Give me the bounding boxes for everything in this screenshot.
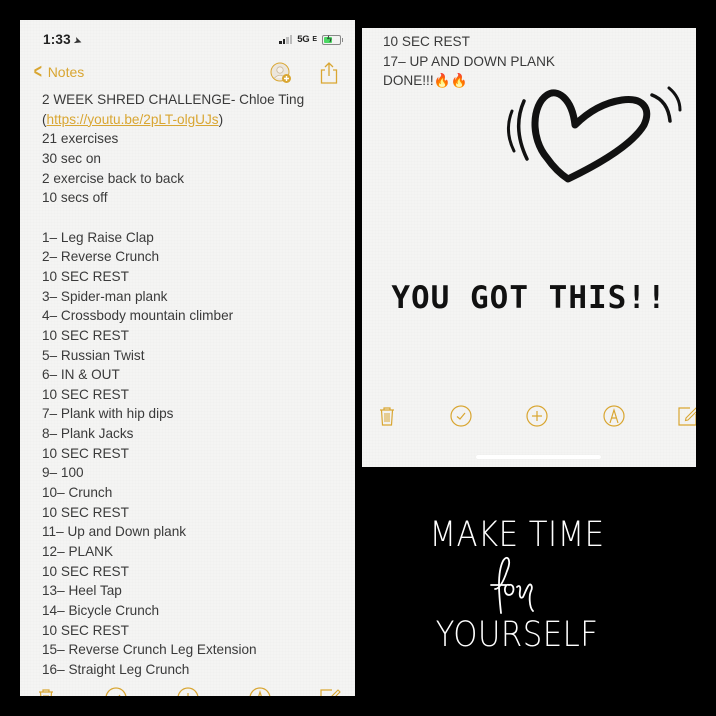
battery-icon: ϟ: [322, 33, 343, 45]
compose-button[interactable]: [318, 686, 342, 696]
add-button[interactable]: [176, 686, 200, 696]
bottom-toolbar: [362, 404, 696, 434]
exercise-list: 1– Leg Raise Clap 2– Reverse Crunch 10 SEC…: [42, 228, 347, 680]
note-line: 21 exercises: [42, 131, 119, 147]
exercise-item: 2– Reverse Crunch: [42, 249, 160, 265]
location-arrow-icon: ➤: [72, 35, 84, 48]
cellular-signal-icon: [279, 35, 293, 44]
note-line: 17– UP AND DOWN PLANK: [383, 53, 555, 69]
notes-screen-left: 1:33 ➤ 5G E ϟ < Notes 2 WEEK SHRED CHALL…: [20, 20, 355, 696]
trash-icon: [375, 407, 399, 432]
note-line: [42, 208, 347, 228]
share-icon: [320, 62, 338, 84]
status-bar: 1:33 ➤ 5G E ϟ: [20, 20, 355, 60]
exercise-item: 5– Russian Twist: [42, 347, 145, 363]
markup-button[interactable]: [248, 686, 272, 696]
you-got-this-heading: YOU GOT THIS!!: [391, 280, 667, 316]
network-type: 5G: [297, 34, 310, 45]
quote-line-for: for: [362, 555, 672, 615]
nav-bar: < Notes: [20, 60, 355, 88]
network-type-suffix: E: [312, 36, 317, 43]
done-text: DONE!!!: [383, 73, 434, 89]
exercise-item: 6– IN & OUT: [42, 367, 120, 383]
note-line: 30 sec on: [42, 150, 101, 166]
checklist-button[interactable]: [104, 686, 128, 696]
exercise-item: 10 SEC REST: [42, 563, 129, 579]
note-link-line: (https://youtu.be/2pLT-olgUJs): [42, 110, 347, 130]
notes-screen-right: 10 SEC REST 17– UP AND DOWN PLANK DONE!!!…: [362, 28, 696, 467]
exercise-item: 10 SEC REST: [42, 504, 129, 520]
exercise-item: 7– Plank with hip dips: [42, 406, 174, 422]
youtube-link[interactable]: https://youtu.be/2pLT-olgUJs: [47, 112, 219, 127]
share-button[interactable]: [318, 61, 340, 85]
exercise-item: 8– Plank Jacks: [42, 426, 134, 442]
back-label: Notes: [47, 64, 85, 80]
home-indicator[interactable]: [476, 455, 601, 459]
exercise-item: 10– Crunch: [42, 485, 113, 501]
fire-emoji-icon: 🔥🔥: [433, 73, 468, 89]
delete-button[interactable]: [34, 686, 58, 696]
checklist-icon: [449, 405, 473, 432]
add-button[interactable]: [525, 404, 549, 428]
compose-button[interactable]: [676, 404, 696, 428]
clock-text: 1:33: [43, 32, 71, 47]
note-lines: 10 SEC REST 17– UP AND DOWN PLANK: [383, 32, 555, 71]
motion-arc-left-inner: [507, 109, 516, 153]
exercise-item: 10 SEC REST: [42, 327, 129, 343]
add-person-button[interactable]: [270, 62, 292, 84]
exercise-item: 10 SEC REST: [42, 445, 129, 461]
exercise-item: 12– PLANK: [42, 544, 114, 560]
exercise-item: 10 SEC REST: [42, 622, 129, 638]
exercise-item: 15– Reverse Crunch Leg Extension: [42, 642, 257, 658]
motivational-quote: MAKE TIME for YOURSELF: [362, 515, 672, 655]
note-content[interactable]: 2 WEEK SHRED CHALLENGE- Chloe Ting (http…: [42, 90, 347, 680]
add-person-icon: [270, 62, 291, 83]
heart-shape: [531, 89, 651, 183]
exercise-item: 3– Spider-man plank: [42, 288, 168, 304]
note-line: 10 secs off: [42, 190, 108, 206]
motion-arc-right-outer: [667, 86, 682, 112]
motion-arc-left-outer: [517, 99, 529, 161]
note-line: 10 SEC REST: [383, 34, 470, 49]
status-time: 1:33 ➤: [43, 32, 84, 48]
for-script-text: [490, 557, 534, 614]
quote-line-yourself: YOURSELF: [435, 615, 599, 655]
battery-nub: [341, 37, 343, 42]
exercise-item: 11– Up and Down plank: [42, 524, 187, 540]
exercise-item: 1– Leg Raise Clap: [42, 229, 154, 245]
intro-lines: 21 exercises 30 sec on 2 exercise back to …: [42, 129, 347, 227]
markup-icon: [602, 405, 626, 432]
add-icon: [525, 405, 549, 432]
exercise-item: 4– Crossbody mountain climber: [42, 308, 234, 324]
bottom-toolbar: [20, 686, 355, 696]
back-to-notes-button[interactable]: < Notes: [32, 61, 85, 83]
paren-close: ): [218, 111, 224, 127]
exercise-item: 9– 100: [42, 465, 84, 481]
quote-line-make-time: MAKE TIME: [429, 515, 605, 555]
exercise-item: 10 SEC REST: [42, 386, 129, 402]
exercise-item: 13– Heel Tap: [42, 583, 122, 599]
delete-button[interactable]: [375, 404, 399, 428]
exercise-item: 14– Bicycle Crunch: [42, 603, 160, 619]
compose-icon: [676, 407, 696, 432]
charging-bolt-icon: ϟ: [327, 33, 332, 44]
markup-button[interactable]: [602, 404, 626, 428]
exercise-item: 10 SEC REST: [42, 268, 129, 284]
status-indicators: 5G E ϟ: [279, 33, 343, 45]
exercise-item: 16– Straight Leg Crunch: [42, 662, 190, 678]
checklist-button[interactable]: [449, 404, 473, 428]
chevron-left-icon: <: [33, 61, 42, 83]
note-line: 2 exercise back to back: [42, 170, 185, 186]
note-title-line: 2 WEEK SHRED CHALLENGE- Chloe Ting: [42, 92, 305, 107]
heart-drawing-icon: [507, 86, 682, 183]
motion-arc-right-inner: [650, 93, 672, 123]
